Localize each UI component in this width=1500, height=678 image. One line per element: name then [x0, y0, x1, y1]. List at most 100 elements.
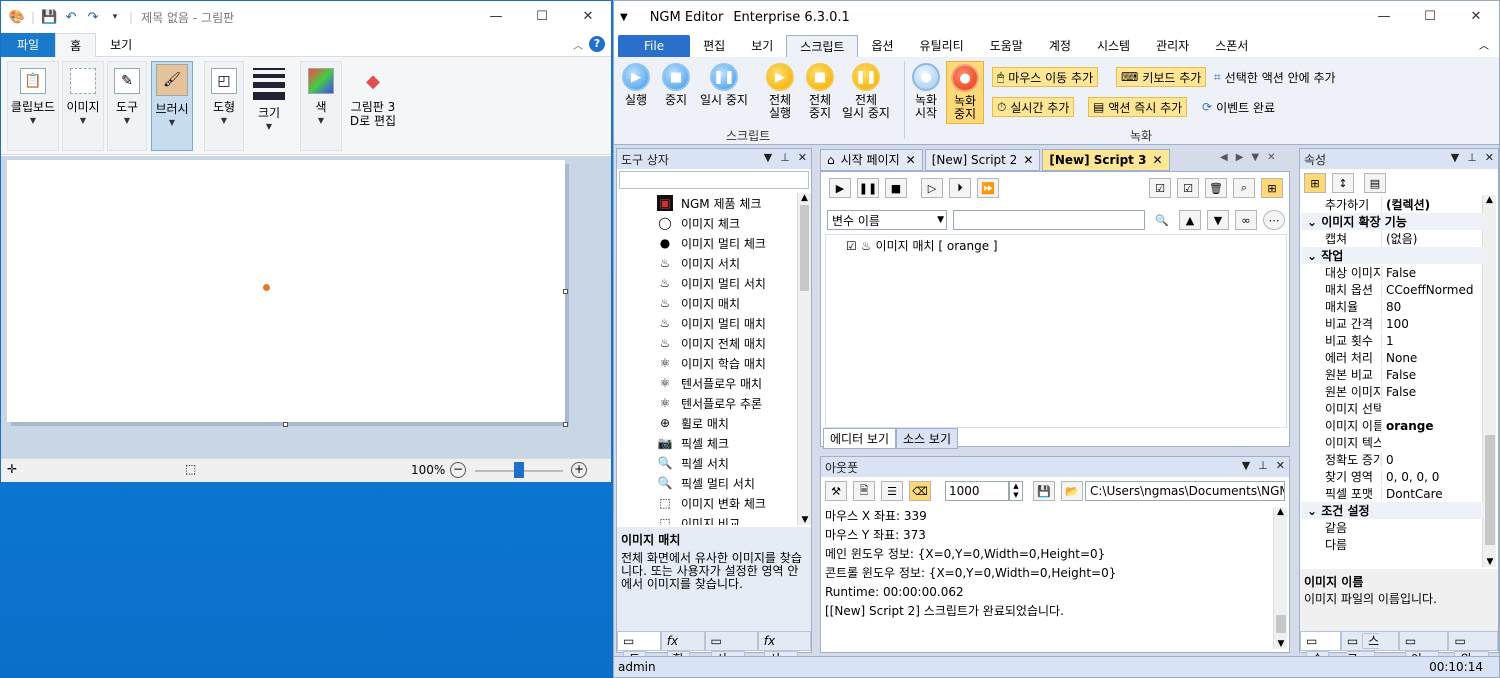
run-icon[interactable]: ▶ — [829, 178, 851, 198]
stop-icon[interactable]: ■ — [885, 178, 907, 198]
property-row[interactable]: 원본 비교 False — [1301, 366, 1483, 383]
doc-icon[interactable]: 🗎 — [853, 481, 875, 501]
brush-group[interactable]: 🖌 브러시 ▼ — [151, 61, 193, 151]
add-realtime-button[interactable]: ⏱ 실시간 추가 — [992, 97, 1075, 117]
tab-properties[interactable]: ▭ 속 — [1300, 631, 1341, 667]
stop-all-button[interactable]: ■ 전체 중지 — [806, 63, 834, 120]
stop-button[interactable]: ■ 중지 — [662, 63, 690, 107]
resize-handle[interactable] — [563, 422, 568, 427]
toolbox-item[interactable]: ⚛ 이미지 학습 매치 — [657, 353, 766, 373]
toolbox-item[interactable]: 📷 픽셀 체크 — [657, 433, 729, 453]
pick-icon[interactable]: ⚒ — [825, 481, 847, 501]
run-all-button[interactable]: ▶ 전체 실행 — [766, 63, 794, 120]
image-group[interactable]: 이미지 ▼ — [62, 61, 104, 151]
tab-help[interactable]: 도움말 — [977, 35, 1036, 57]
close-button[interactable]: ✕ — [565, 1, 611, 31]
add-mouse-move-button[interactable]: 🖱 마우스 이동 추가 — [992, 67, 1099, 87]
property-row[interactable]: 비교 간격 100 — [1301, 315, 1483, 332]
window-menu-icon[interactable]: ▼ — [620, 12, 628, 23]
tab-script2[interactable]: [New] Script 2 ✕ — [924, 149, 1041, 171]
tree-view-icon[interactable]: ⊞ — [1261, 178, 1283, 198]
tab-system[interactable]: 시스템 — [1084, 35, 1143, 57]
add-in-selected-action-button[interactable]: ⌗ 선택한 액션 안에 추가 — [1210, 67, 1340, 87]
search-up-icon[interactable]: ▲ — [1179, 210, 1201, 230]
folder-icon[interactable]: 📂 — [1061, 481, 1083, 501]
pin-icon[interactable]: ⊥ — [1467, 151, 1477, 164]
zoom-out-button[interactable]: − — [450, 462, 466, 478]
record-stop-button[interactable]: ● 녹화 중지 — [946, 61, 984, 124]
doc-close-icon[interactable]: ✕ — [1267, 152, 1275, 163]
more-icon[interactable]: ⋯ — [1263, 210, 1285, 230]
property-category[interactable]: ⌄ 작업 — [1301, 247, 1483, 264]
tab-external[interactable]: ▭ 외... — [1448, 631, 1499, 667]
property-row[interactable]: 에러 처리 None — [1301, 349, 1483, 366]
collapse-ribbon-icon[interactable]: ︿ — [1479, 37, 1489, 52]
add-keyboard-button[interactable]: ⌨ 키보드 추가 — [1116, 67, 1207, 87]
record-start-button[interactable]: ● 녹화 시작 — [912, 63, 940, 120]
toolbox-item[interactable]: ⬚ 이미지 비교 — [657, 513, 740, 525]
toolbox-item[interactable]: ♨ 이미지 전체 매치 — [657, 333, 766, 353]
tab-file[interactable]: File — [618, 35, 691, 57]
pane-close-icon[interactable]: ✕ — [1276, 459, 1285, 472]
toolbox-item[interactable]: ⚛ 텐서플로우 추론 — [657, 393, 763, 413]
tab-start-page[interactable]: ⌂ 시작 페이지 ✕ — [820, 149, 923, 171]
run-selected-icon[interactable]: ⏵ — [949, 178, 971, 198]
tab-file[interactable]: 파일 — [1, 32, 56, 57]
loop-icon[interactable]: ∞ — [1235, 210, 1257, 230]
delete-icon[interactable]: 🗑 — [1205, 178, 1227, 198]
property-row[interactable]: 다름 — [1301, 536, 1483, 553]
property-category[interactable]: ⌄ 조건 설정 — [1301, 502, 1483, 519]
colors-group[interactable]: 색 ▼ — [300, 61, 342, 151]
tab-options[interactable]: 옵션 — [858, 35, 906, 57]
run-button[interactable]: ▶ 실행 — [622, 63, 650, 107]
tab-images[interactable]: ▭ 이... — [1398, 631, 1449, 667]
log-path-field[interactable]: C:\Users\ngmas\Documents\NGM6\ — [1085, 481, 1285, 501]
zoom-in-button[interactable]: + — [571, 462, 587, 478]
toolbox-item[interactable]: ♨ 이미지 멀티 매치 — [657, 313, 766, 333]
property-category[interactable]: ⌄ 이미지 확장 기능 — [1301, 213, 1483, 230]
tab-close-icon[interactable]: ✕ — [1152, 150, 1162, 170]
paint3d-group[interactable]: ◆ 그림판 3 D로 편집 — [344, 61, 402, 151]
pane-dropdown-icon[interactable]: ▼ — [764, 151, 772, 164]
toolbox-item[interactable]: ● 이미지 멀티 체크 — [657, 233, 766, 253]
resize-handle[interactable] — [283, 422, 288, 427]
step-icon[interactable]: ▷ — [921, 178, 943, 198]
property-pages-icon[interactable]: ▤ — [1364, 173, 1386, 193]
toolbox-item[interactable]: ⚛ 텐서플로우 매치 — [657, 373, 763, 393]
property-row[interactable]: 정확도 증가 0 — [1301, 451, 1483, 468]
property-row[interactable]: 추가하기 (컬렉션) — [1301, 196, 1483, 213]
save-icon[interactable]: 💾 — [1033, 481, 1055, 501]
property-row[interactable]: 같음 — [1301, 519, 1483, 536]
maximize-button[interactable]: ☐ — [1407, 1, 1453, 31]
tab-source-view[interactable]: 소스 보기 — [896, 428, 958, 449]
tab-home[interactable]: 홈 — [55, 32, 97, 57]
toolbox-scrollbar[interactable]: ▲ ▼ — [797, 193, 811, 525]
toolbox-item[interactable]: ⬚ 이미지 변화 체크 — [657, 493, 766, 513]
drawing-canvas[interactable] — [7, 160, 565, 422]
tab-editor-view[interactable]: 에디터 보기 — [823, 428, 897, 449]
pane-close-icon[interactable]: ✕ — [798, 151, 807, 164]
property-row[interactable]: 이미지 텍스트 — [1301, 434, 1483, 451]
clipboard-group[interactable]: 📋 클립보드 ▼ — [7, 61, 59, 151]
search-icon[interactable]: 🔍 — [1151, 210, 1173, 230]
undo-icon[interactable]: ↶ — [63, 9, 79, 25]
tab-account[interactable]: 계정 — [1036, 35, 1084, 57]
toolbox-item[interactable]: 🔍 픽셀 서치 — [657, 453, 729, 473]
line-count-input[interactable]: 1000 — [945, 481, 1009, 501]
output-scrollbar[interactable]: ▲ ▼ — [1273, 507, 1287, 649]
list-icon[interactable]: ☰ — [881, 481, 903, 501]
pause-button[interactable]: ❚❚ 일시 중지 — [700, 63, 748, 107]
tab-script[interactable]: 스크립트 — [786, 35, 859, 57]
tab-user2[interactable]: fx 사... — [757, 631, 811, 667]
properties-scrollbar[interactable]: ▲ ▼ — [1482, 195, 1496, 567]
tab-utility[interactable]: 유틸리티 — [907, 35, 977, 57]
sort-az-icon[interactable]: ↕ — [1332, 173, 1354, 193]
property-row[interactable]: 비교 횟수 1 — [1301, 332, 1483, 349]
checkbox-icon[interactable]: ☑ — [846, 237, 857, 256]
minimize-button[interactable]: — — [473, 1, 519, 31]
pane-dropdown-icon[interactable]: ▼ — [1242, 459, 1250, 472]
eraser-icon[interactable]: ⌫ — [909, 481, 931, 501]
property-row[interactable]: 원본 이미지 False — [1301, 383, 1483, 400]
toolbox-item[interactable]: ♨ 이미지 멀티 서치 — [657, 273, 766, 293]
help-icon[interactable]: ? — [589, 36, 605, 52]
